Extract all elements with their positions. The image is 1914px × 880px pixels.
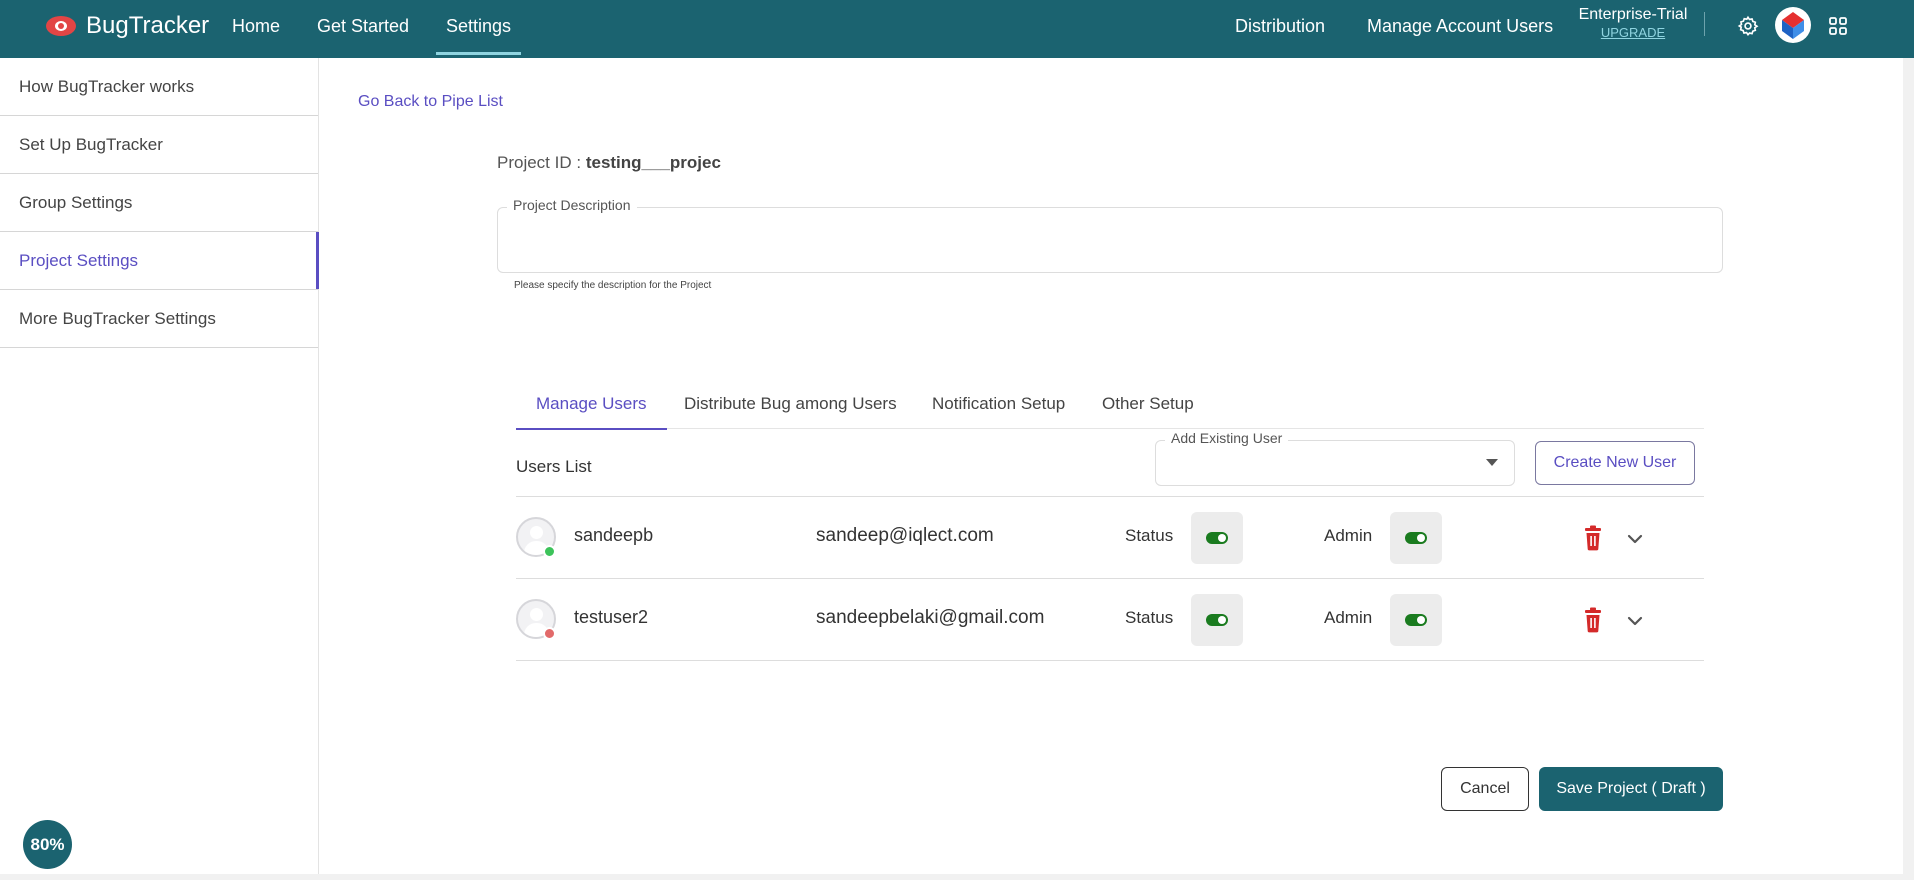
users-list-title: Users List (516, 457, 592, 476)
toggle-on-icon (1405, 532, 1427, 544)
user-name: sandeepb (574, 525, 654, 545)
tab-manage-users[interactable]: Manage Users (516, 378, 667, 430)
zoom-badge[interactable]: 80% (23, 820, 72, 869)
cancel-button[interactable]: Cancel (1441, 767, 1529, 811)
back-to-pipe-list-link[interactable]: Go Back to Pipe List (358, 93, 503, 111)
toggle-on-icon (1405, 614, 1427, 626)
admin-toggle[interactable] (1390, 594, 1442, 646)
tab-notification-setup[interactable]: Notification Setup (932, 378, 1065, 429)
sidebar-item-set-up-bugtracker[interactable]: Set Up BugTracker (0, 116, 318, 174)
save-project-draft-button[interactable]: Save Project ( Draft ) (1539, 767, 1723, 811)
admin-toggle[interactable] (1390, 512, 1442, 564)
user-email: sandeep@iqlect.com (816, 525, 994, 546)
user-row: testuser2 sandeepbelaki@gmail.com Status… (516, 579, 1704, 661)
nav-manage-account-users[interactable]: Manage Account Users (1367, 0, 1553, 52)
user-name: testuser2 (574, 607, 649, 627)
horizontal-scrollbar[interactable] (0, 874, 1903, 880)
nav-settings[interactable]: Settings (435, 0, 522, 55)
settings-sidebar: How BugTracker works Set Up BugTracker G… (0, 58, 319, 880)
status-label: Status (1125, 608, 1174, 627)
project-description-helper: Please specify the description for the P… (514, 280, 712, 291)
plan-name: Enterprise-Trial (1578, 6, 1688, 23)
project-description-label: Project Description (507, 197, 637, 213)
gear-icon[interactable] (1734, 12, 1762, 40)
nav-home[interactable]: Home (232, 0, 280, 52)
chevron-down-icon[interactable] (1625, 529, 1645, 549)
online-status-dot (543, 545, 556, 558)
project-description-field[interactable] (497, 207, 1723, 273)
admin-label: Admin (1324, 608, 1373, 627)
chevron-down-icon[interactable] (1625, 611, 1645, 631)
create-new-user-button[interactable]: Create New User (1535, 441, 1695, 485)
project-id: Project ID : testing___projec (497, 153, 721, 173)
tab-distribute-bug-among-users[interactable]: Distribute Bug among Users (684, 378, 897, 429)
add-existing-user-select[interactable] (1155, 440, 1515, 486)
vertical-scrollbar[interactable] (1903, 58, 1914, 880)
upgrade-link[interactable]: UPGRADE (1578, 24, 1688, 42)
apps-grid-icon[interactable] (1824, 12, 1852, 40)
status-toggle[interactable] (1191, 512, 1243, 564)
nav-distribution[interactable]: Distribution (1235, 0, 1325, 52)
nav-get-started[interactable]: Get Started (317, 0, 409, 52)
trash-icon[interactable] (1582, 607, 1604, 633)
project-id-value: testing___projec (585, 153, 721, 172)
user-email: sandeepbelaki@gmail.com (816, 607, 1045, 628)
toggle-on-icon (1206, 614, 1228, 626)
add-existing-user-label: Add Existing User (1165, 430, 1289, 446)
toggle-on-icon (1206, 532, 1228, 544)
brand[interactable]: BugTracker (46, 0, 209, 52)
project-id-label: Project ID : (497, 153, 582, 172)
tab-other-setup[interactable]: Other Setup (1102, 378, 1194, 429)
plan-info: Enterprise-Trial UPGRADE (1578, 6, 1688, 42)
dropdown-caret-icon[interactable] (1486, 459, 1498, 466)
top-navigation-bar: BugTracker Home Get Started Settings Dis… (0, 0, 1914, 58)
bugtracker-logo-icon (46, 16, 76, 36)
offline-status-dot (543, 627, 556, 640)
admin-label: Admin (1324, 526, 1373, 545)
profile-avatar-icon[interactable] (1774, 6, 1812, 44)
sidebar-item-more-bugtracker-settings[interactable]: More BugTracker Settings (0, 290, 318, 348)
sidebar-item-project-settings[interactable]: Project Settings (0, 232, 319, 290)
status-toggle[interactable] (1191, 594, 1243, 646)
user-row: sandeepb sandeep@iqlect.com Status Admin (516, 497, 1704, 579)
status-label: Status (1125, 526, 1174, 545)
sidebar-item-how-bugtracker-works[interactable]: How BugTracker works (0, 58, 318, 116)
header-divider (1704, 12, 1705, 36)
brand-name: BugTracker (86, 12, 210, 39)
trash-icon[interactable] (1582, 525, 1604, 551)
project-tabs: Manage Users Distribute Bug among Users … (516, 378, 1704, 430)
sidebar-item-group-settings[interactable]: Group Settings (0, 174, 318, 232)
